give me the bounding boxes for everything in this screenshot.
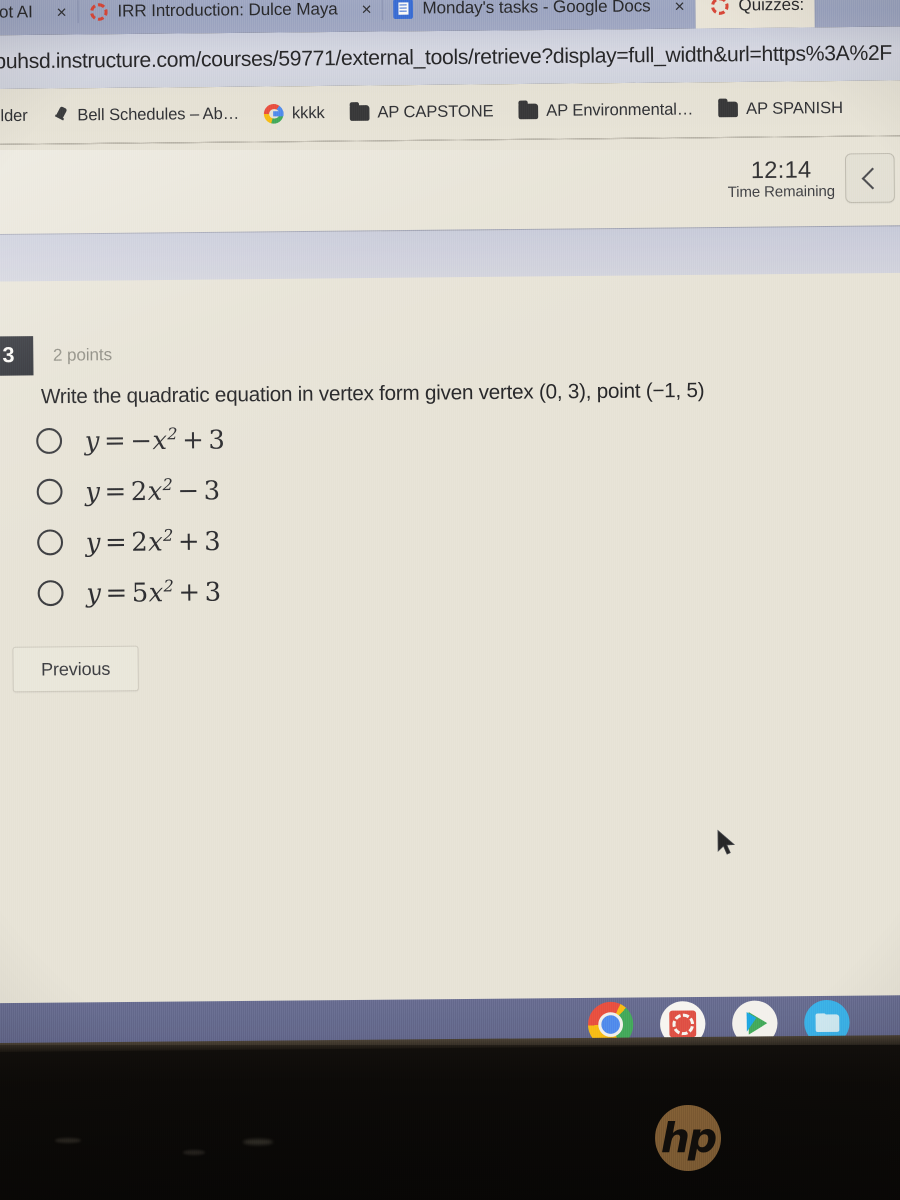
bezel-smudge <box>55 1138 81 1143</box>
tab-close-icon[interactable]: × <box>674 0 684 16</box>
bookmark-kkkk[interactable]: kkkk <box>251 103 337 124</box>
folder-icon <box>718 101 738 118</box>
chevron-left-icon <box>861 166 884 189</box>
bookmark-label: AP CAPSTONE <box>377 102 494 122</box>
address-bar[interactable]: hbuhsd.instructure.com/courses/59771/ext… <box>0 26 900 90</box>
timer-readout: 12:14 Time Remaining <box>727 155 836 202</box>
bookmark-bell-schedules[interactable]: Bell Schedules – Ab… <box>40 105 252 126</box>
collapse-timer-button[interactable] <box>844 152 896 204</box>
folder-icon <box>349 105 370 121</box>
radio-button[interactable] <box>36 427 63 455</box>
folder-icon <box>518 103 539 120</box>
question-header: 3 2 points <box>0 335 112 376</box>
tab-title: Monday's tasks - Google Docs <box>422 0 651 18</box>
answer-equation: y = 2x2−3 <box>85 475 221 507</box>
bookmark-label: AP SPANISH <box>745 99 843 118</box>
tab-close-icon[interactable]: × <box>361 0 371 19</box>
radio-button[interactable] <box>37 529 64 556</box>
browser-tab-mondays-tasks[interactable]: Monday's tasks - Google Docs × <box>383 0 695 32</box>
mouse-cursor-icon <box>717 829 736 855</box>
quiz-timer-bar: 12:14 Time Remaining <box>0 136 900 240</box>
bookmark-ap-capstone[interactable]: AP CAPSTONE <box>337 102 506 122</box>
canvas-icon <box>709 0 729 15</box>
chromebook-screen: llBot AI × IRR Introduction: Dulce Maya … <box>0 0 900 1072</box>
bookmark-label: AP Environmental… <box>546 100 694 120</box>
tab-title: IRR Introduction: Dulce Maya <box>117 0 338 21</box>
browser-tab-irr-introduction[interactable]: IRR Introduction: Dulce Maya × <box>78 0 382 34</box>
previous-button[interactable]: Previous <box>12 645 140 693</box>
pin-icon <box>52 107 69 125</box>
radio-button[interactable] <box>36 478 63 505</box>
browser-tab-quizzes-active[interactable]: Quizzes: <box>694 0 815 29</box>
answer-equation: y = 5x2 +3 <box>86 576 222 608</box>
hp-logo: hp <box>655 1105 721 1171</box>
quiz-page: 12:14 Time Remaining 3 2 points Write th… <box>0 136 900 1072</box>
question-number-badge: 3 <box>0 336 34 376</box>
answer-options-list: y = −x2 +3 y = 2x2−3 y = 2x2 +3 y = 5x2 +3 <box>36 414 227 619</box>
google-icon <box>263 103 284 124</box>
bookmark-label: Folder <box>0 106 28 125</box>
tab-close-icon[interactable]: × <box>56 2 66 22</box>
answer-option-4[interactable]: y = 5x2 +3 <box>37 566 227 619</box>
answer-option-1[interactable]: y = −x2 +3 <box>36 414 226 467</box>
answer-option-3[interactable]: y = 2x2 +3 <box>37 515 227 568</box>
radio-button[interactable] <box>37 580 64 607</box>
bezel-smudge <box>243 1139 273 1145</box>
laptop-photo: llBot AI × IRR Introduction: Dulce Maya … <box>0 0 900 1200</box>
quiz-header-band <box>0 225 900 282</box>
question-points: 2 points <box>52 345 113 365</box>
bookmark-label: kkkk <box>291 104 325 122</box>
canvas-icon <box>88 2 108 22</box>
tab-title: llBot AI <box>0 2 33 22</box>
bookmark-label: Bell Schedules – Ab… <box>77 104 240 125</box>
bookmark-ap-spanish[interactable]: AP SPANISH <box>706 99 856 119</box>
bookmark-ap-environmental[interactable]: AP Environmental… <box>506 100 706 121</box>
time-remaining-label: Time Remaining <box>727 183 836 202</box>
browser-tab-llbot-ai[interactable]: llBot AI × <box>0 0 77 35</box>
bezel-smudge <box>183 1150 205 1155</box>
answer-equation: y = −x2 +3 <box>84 424 226 456</box>
bookmark-folder[interactable]: Folder <box>0 107 40 126</box>
time-remaining-value: 12:14 <box>750 155 812 184</box>
tab-title: Quizzes: <box>738 0 805 15</box>
url-text: hbuhsd.instructure.com/courses/59771/ext… <box>0 41 893 74</box>
bookmarks-bar: Folder Bell Schedules – Ab… kkkk AP CAPS… <box>0 80 900 146</box>
answer-option-2[interactable]: y = 2x2−3 <box>36 465 226 518</box>
google-docs-icon <box>393 0 414 19</box>
question-prompt: Write the quadratic equation in vertex f… <box>40 379 705 409</box>
answer-equation: y = 2x2 +3 <box>85 525 222 558</box>
laptop-bezel <box>0 1035 900 1200</box>
